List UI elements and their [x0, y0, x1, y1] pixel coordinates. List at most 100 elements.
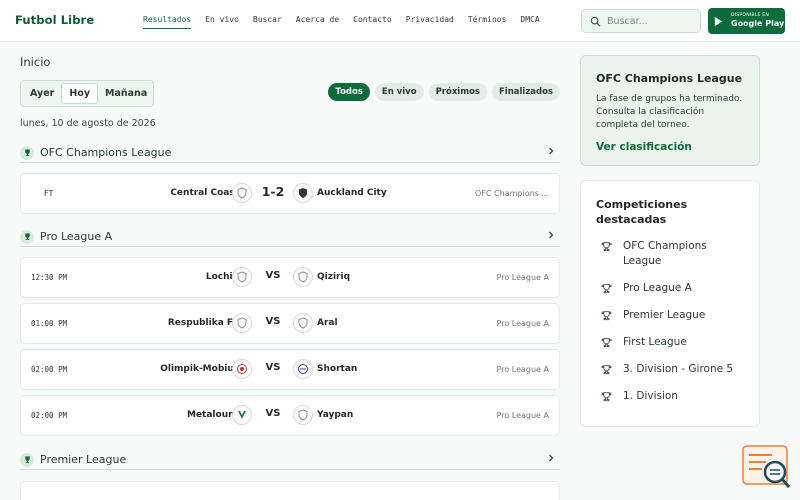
nav-terminos[interactable]: Términos	[468, 15, 507, 29]
day-hoy-button[interactable]: Hoy	[61, 83, 99, 104]
match-competition: Pro League A	[496, 273, 549, 282]
day-selector: Ayer Hoy Mañana	[20, 80, 154, 107]
match-vs: VS	[265, 316, 281, 327]
match-time: 02:00 PM	[31, 365, 68, 374]
filter-proximos[interactable]: Próximos	[428, 83, 487, 101]
breadcrumb[interactable]: Inicio	[20, 55, 50, 69]
status-filters: Todos En vivo Próximos Finalizados	[328, 83, 560, 101]
away-crest-icon	[293, 267, 313, 287]
featured-item-label: First League	[623, 336, 687, 348]
featured-item-first-league[interactable]: First League	[596, 335, 744, 350]
day-ayer-button[interactable]: Ayer	[23, 83, 61, 104]
match-competition: OFC Champions ...	[475, 189, 549, 198]
filter-todos[interactable]: Todos	[328, 83, 370, 101]
featured-competitions: Competiciones destacadas OFC Champions L…	[580, 180, 760, 427]
top-header: Futbol Libre Resultados En vivo Buscar A…	[0, 0, 800, 42]
match-row[interactable]: FT Central Coast 1-2 Auckland City OFC C…	[20, 173, 560, 214]
search-input[interactable]	[607, 15, 695, 27]
nav-contacto[interactable]: Contacto	[353, 15, 392, 29]
league-name: Premier League	[40, 453, 127, 466]
away-team: Qiziriq	[317, 272, 351, 282]
match-competition: Pro League A	[496, 319, 549, 328]
league-header-ofc[interactable]: OFC Champions League	[20, 143, 560, 163]
match-time: 01:00 PM	[31, 319, 68, 328]
promo-title: OFC Champions League	[596, 72, 743, 85]
match-competition: Pro League A	[496, 365, 549, 374]
featured-item-label: 3. Division - Girone 5	[623, 363, 734, 375]
away-crest-icon	[293, 405, 313, 425]
trophy-icon	[601, 284, 612, 294]
league-header-premier-league[interactable]: Premier League	[20, 450, 560, 470]
nav-en-vivo[interactable]: En vivo	[205, 15, 239, 29]
home-team: Olimpik-Mobiuz	[160, 364, 239, 374]
match-status: FT	[44, 189, 54, 198]
home-crest-icon	[232, 405, 252, 425]
trophy-icon	[601, 365, 612, 375]
match-row[interactable]: 02:00 PM Metalourg VS Yaypan Pro League …	[20, 395, 560, 436]
site-logo[interactable]: Futbol Libre	[15, 13, 94, 27]
match-vs: VS	[265, 362, 281, 373]
chevron-right-icon[interactable]	[546, 146, 556, 156]
filter-en-vivo[interactable]: En vivo	[374, 83, 424, 101]
match-row[interactable]: 02:00 PM Olimpik-Mobiuz VS Shortan Pro L…	[20, 349, 560, 390]
featured-item-label: Premier League	[623, 309, 706, 321]
away-team: Shortan	[317, 364, 358, 374]
nav-buscar[interactable]: Buscar	[253, 15, 282, 29]
match-row-partial[interactable]	[20, 481, 560, 500]
featured-item-division-girone[interactable]: 3. Division - Girone 5	[596, 362, 744, 377]
trophy-icon	[601, 242, 612, 252]
featured-item-ofc[interactable]: OFC Champions League	[596, 239, 744, 269]
featured-item-1-division[interactable]: 1. Division	[596, 389, 744, 404]
nav-acerca-de[interactable]: Acerca de	[296, 15, 339, 29]
league-header-pro-league-a[interactable]: Pro League A	[20, 227, 560, 247]
match-row[interactable]: 12:30 PM Lochin VS Qiziriq Pro League A	[20, 257, 560, 298]
away-crest-icon	[293, 313, 313, 333]
gplay-label: Google Play	[731, 19, 785, 29]
search-box[interactable]	[581, 9, 701, 33]
match-row[interactable]: 01:00 PM Respublika FA VS Aral Pro Leagu…	[20, 303, 560, 344]
home-crest-icon	[232, 267, 252, 287]
away-crest-icon	[293, 183, 313, 203]
current-date: lunes, 10 de agosto de 2026	[20, 118, 156, 129]
nav-dmca[interactable]: DMCA	[520, 15, 539, 29]
filter-finalizados[interactable]: Finalizados	[491, 83, 560, 101]
league-name: Pro League A	[40, 230, 113, 243]
match-competition: Pro League A	[496, 411, 549, 420]
floating-widget-icon[interactable]	[742, 445, 792, 491]
chevron-right-icon[interactable]	[546, 230, 556, 240]
chevron-right-icon[interactable]	[546, 453, 556, 463]
home-crest-icon	[232, 359, 252, 379]
featured-item-pro-league-a[interactable]: Pro League A	[596, 281, 744, 296]
promo-card: OFC Champions League La fase de grupos h…	[580, 55, 760, 166]
league-name: OFC Champions League	[40, 146, 172, 159]
away-team: Yaypan	[317, 410, 354, 420]
away-team: Auckland City	[317, 188, 387, 198]
featured-item-premier-league[interactable]: Premier League	[596, 308, 744, 323]
featured-item-label: Pro League A	[623, 282, 692, 294]
search-icon	[590, 16, 601, 27]
trophy-icon	[601, 338, 612, 348]
away-team: Aral	[317, 318, 338, 328]
gplay-caption: DISPONIBLE EN	[731, 12, 769, 18]
nav-resultados[interactable]: Resultados	[143, 15, 192, 29]
nav-privacidad[interactable]: Privacidad	[406, 15, 454, 29]
promo-text: La fase de grupos ha terminado. Consulta…	[596, 94, 743, 130]
trophy-icon	[20, 229, 34, 244]
home-crest-icon	[232, 313, 252, 333]
home-crest-icon	[232, 183, 252, 203]
home-team: Central Coast	[170, 188, 239, 198]
trophy-icon	[601, 311, 612, 321]
trophy-icon	[20, 452, 34, 467]
google-play-button[interactable]: DISPONIBLE EN Google Play	[708, 8, 785, 34]
day-manana-button[interactable]: Mañana	[98, 83, 154, 104]
view-standings-link[interactable]: Ver clasificación	[596, 141, 744, 153]
match-score: 1-2	[261, 184, 285, 199]
main-nav: Resultados En vivo Buscar Acerca de Cont…	[143, 15, 554, 29]
trophy-icon	[601, 392, 612, 402]
play-store-icon	[714, 16, 723, 26]
featured-item-label: 1. Division	[623, 390, 678, 402]
match-time: 02:00 PM	[31, 411, 68, 420]
featured-title: Competiciones destacadas	[596, 198, 688, 226]
home-team: Respublika FA	[167, 318, 239, 328]
match-vs: VS	[265, 270, 281, 281]
